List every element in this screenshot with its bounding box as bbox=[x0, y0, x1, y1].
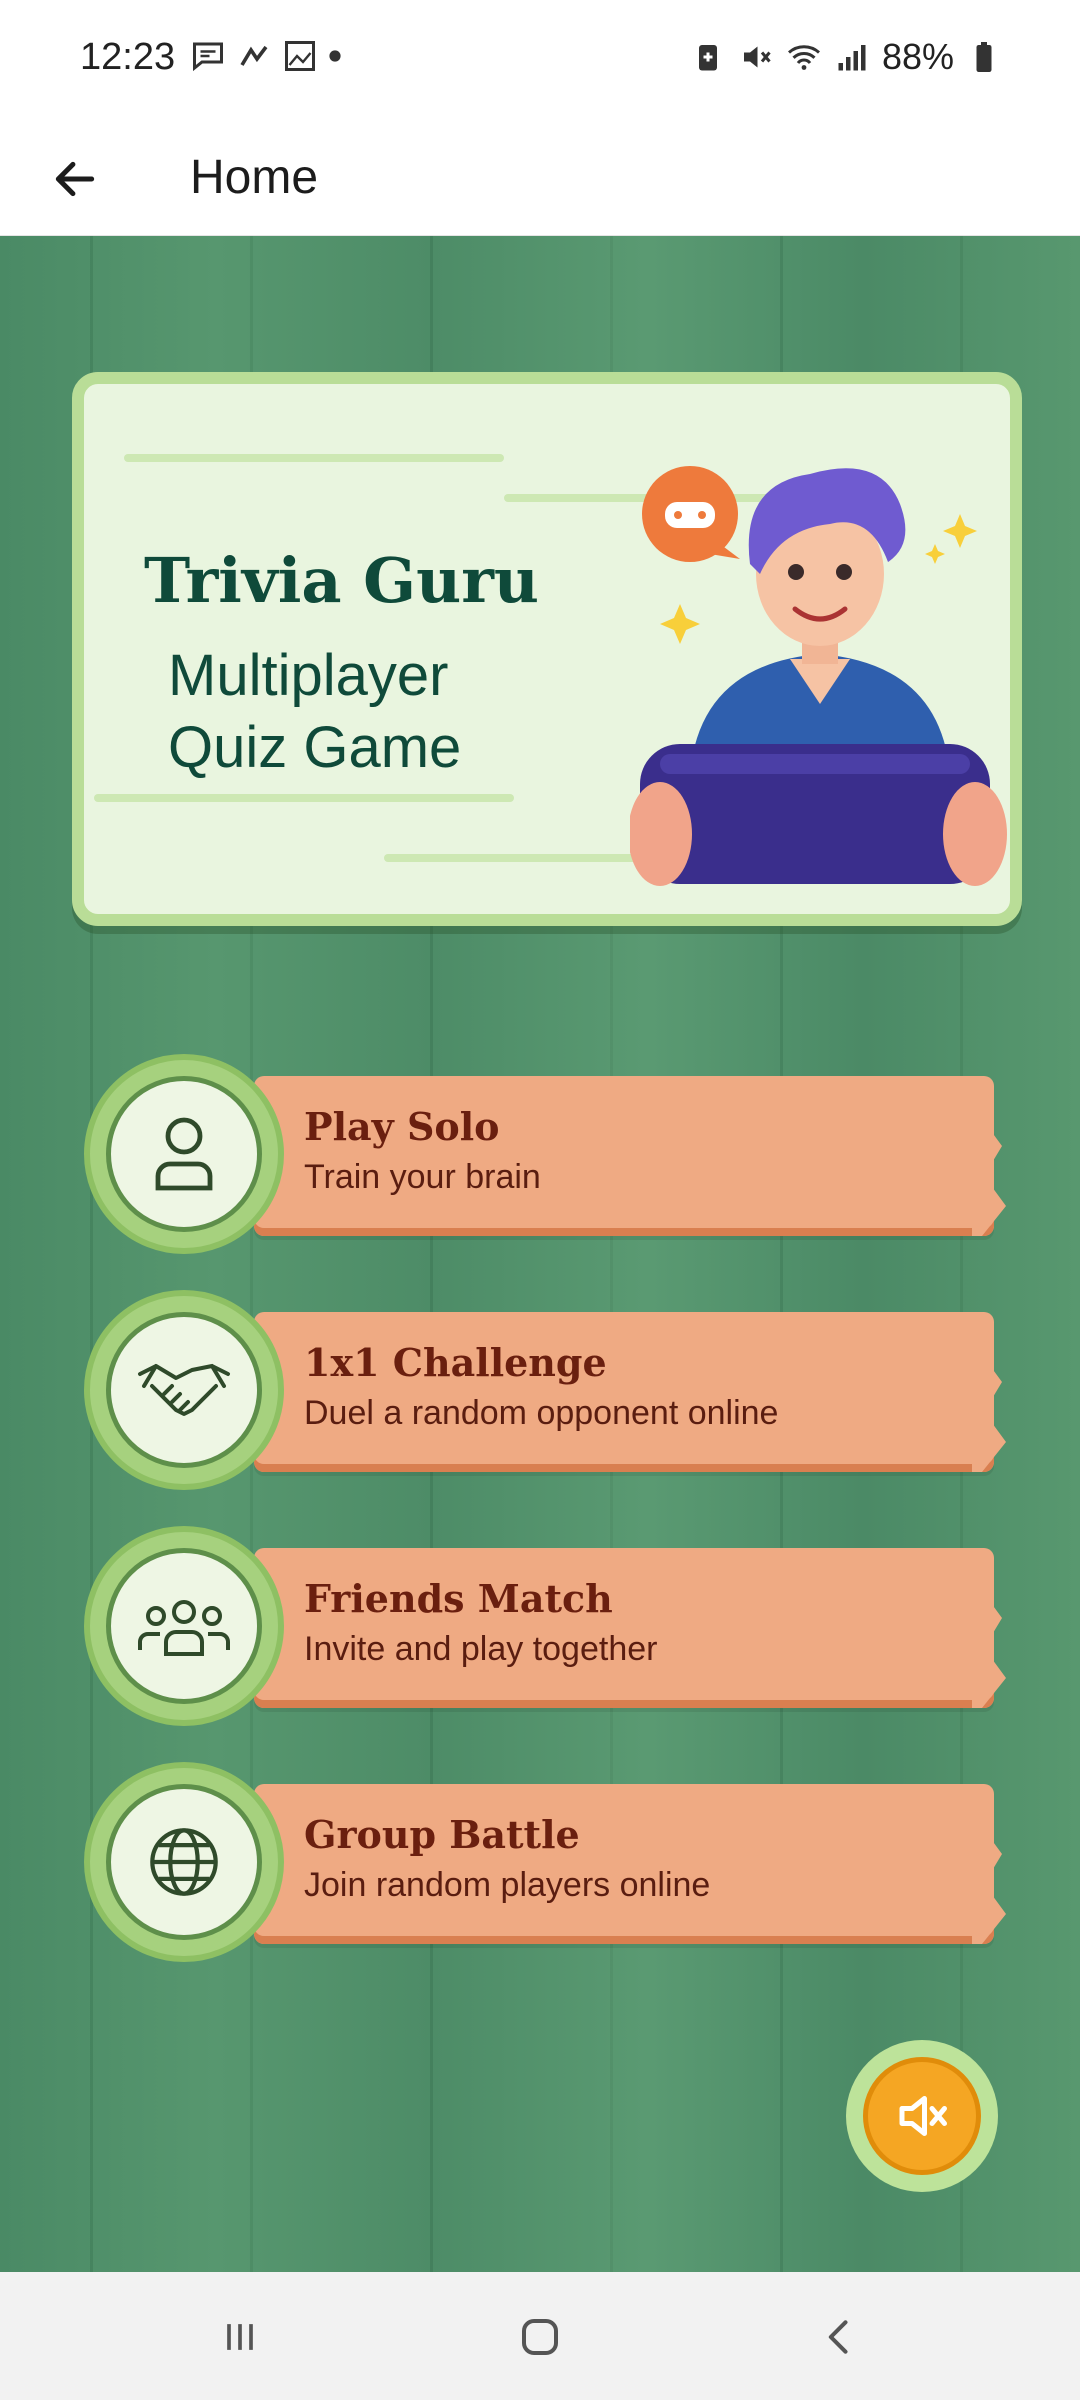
app-bar: Home bbox=[0, 120, 1080, 236]
status-bar: 12:23 88% bbox=[0, 0, 1080, 120]
menu-item-subtitle: Invite and play together bbox=[304, 1630, 658, 1668]
menu-item-title: Play Solo bbox=[304, 1104, 500, 1149]
menu-item-title: 1x1 Challenge bbox=[304, 1340, 607, 1385]
home-button[interactable] bbox=[500, 2302, 580, 2372]
menu-item-1x1-challenge[interactable]: 1x1 Challenge Duel a random opponent onl… bbox=[84, 1290, 1006, 1490]
recent-apps-icon bbox=[227, 2324, 253, 2350]
mute-sound-button[interactable] bbox=[846, 2040, 998, 2192]
back-arrow-icon bbox=[55, 161, 95, 197]
subtitle-line-2: Quiz Game bbox=[168, 715, 462, 780]
message-icon bbox=[193, 42, 223, 72]
app-icon bbox=[285, 41, 315, 71]
back-chevron-icon bbox=[828, 2320, 848, 2354]
group-icon bbox=[138, 1600, 230, 1656]
plank bbox=[254, 1312, 1006, 1472]
battery-icon bbox=[976, 42, 992, 72]
sound-muted-icon bbox=[899, 2096, 947, 2136]
plank bbox=[254, 1548, 1006, 1708]
menu-item-title: Group Battle bbox=[304, 1812, 580, 1857]
plank bbox=[254, 1076, 1006, 1236]
page-title: Home bbox=[190, 151, 319, 204]
mute-icon bbox=[743, 46, 771, 68]
gamer-character-illustration bbox=[630, 466, 1007, 886]
menu-item-subtitle: Join random players online bbox=[304, 1866, 711, 1904]
game-subtitle: Multiplayer Quiz Game bbox=[168, 640, 588, 784]
wifi-icon bbox=[787, 45, 820, 70]
game-title: Trivia Guru bbox=[144, 544, 539, 617]
system-nav-bar bbox=[0, 2272, 1080, 2400]
dot-icon bbox=[329, 50, 341, 62]
person-icon bbox=[155, 1117, 213, 1191]
globe-icon bbox=[150, 1828, 218, 1896]
menu-item-group-battle[interactable]: Group Battle Join random players online bbox=[84, 1762, 1006, 1962]
home-icon bbox=[522, 2319, 558, 2355]
title-banner: Trivia Guru Multiplayer Quiz Game bbox=[72, 372, 1022, 926]
signal-icon bbox=[838, 45, 866, 71]
battery-saver-icon bbox=[698, 45, 717, 71]
subtitle-line-1: Multiplayer bbox=[168, 643, 449, 708]
recent-apps-button[interactable] bbox=[200, 2302, 280, 2372]
battery-percent: 88% bbox=[881, 36, 954, 77]
back-nav-button[interactable] bbox=[800, 2302, 880, 2372]
back-button[interactable] bbox=[40, 144, 110, 214]
menu-item-subtitle: Duel a random opponent online bbox=[304, 1394, 779, 1432]
menu-item-title: Friends Match bbox=[304, 1576, 613, 1621]
menu-item-friends-match[interactable]: Friends Match Invite and play together bbox=[84, 1526, 1006, 1726]
menu-item-subtitle: Train your brain bbox=[304, 1158, 541, 1196]
handshake-icon bbox=[138, 1364, 230, 1416]
arrow-icon bbox=[240, 45, 268, 66]
plank bbox=[254, 1784, 1006, 1944]
menu-item-play-solo[interactable]: Play Solo Train your brain bbox=[84, 1054, 1006, 1254]
status-time: 12:23 bbox=[80, 36, 176, 78]
